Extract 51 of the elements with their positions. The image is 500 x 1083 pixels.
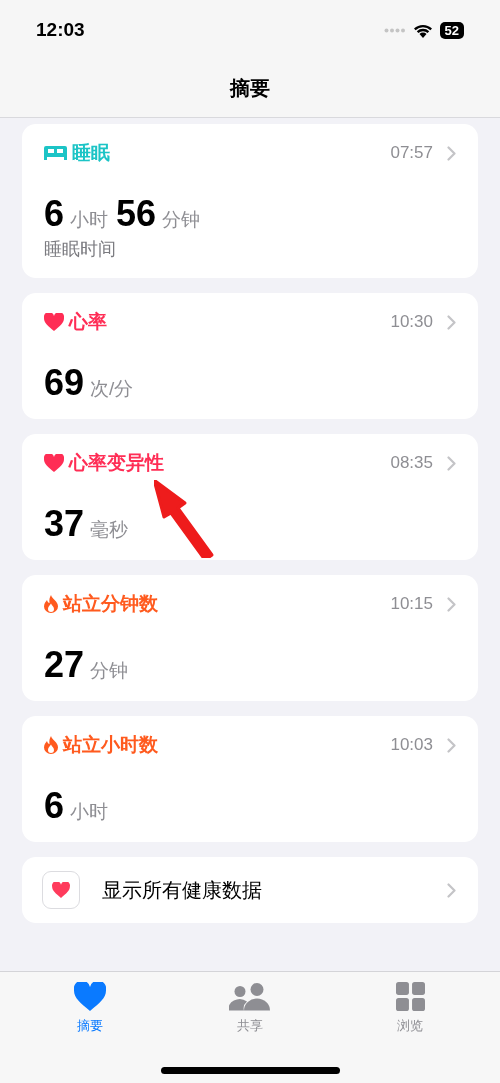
value-unit: 分钟 bbox=[162, 208, 201, 232]
health-card[interactable]: 站立小时数 10:03 6 小时 bbox=[22, 716, 478, 842]
card-time: 10:03 bbox=[390, 735, 433, 755]
chevron-icon bbox=[447, 145, 456, 161]
value-number: 27 bbox=[44, 644, 85, 686]
value-number: 69 bbox=[44, 362, 85, 404]
card-title: 站立分钟数 bbox=[63, 592, 158, 616]
heart-icon bbox=[44, 313, 64, 331]
health-card[interactable]: 站立分钟数 10:15 27 分钟 bbox=[22, 575, 478, 701]
show-all-label: 显示所有健康数据 bbox=[102, 877, 263, 903]
card-subtitle: 睡眠时间 bbox=[44, 238, 117, 261]
health-card[interactable]: 心率变异性 08:35 37 毫秒 bbox=[22, 434, 478, 560]
card-title: 睡眠 bbox=[72, 141, 110, 165]
health-card[interactable]: 心率 10:30 69 次/分 bbox=[22, 293, 478, 419]
card-time: 10:30 bbox=[390, 312, 433, 332]
bed-icon bbox=[44, 146, 67, 160]
page-title: 摘要 bbox=[230, 76, 270, 101]
value-unit: 次/分 bbox=[90, 377, 134, 401]
wifi-icon bbox=[412, 22, 433, 38]
chevron-icon bbox=[447, 455, 456, 471]
grid-icon bbox=[395, 982, 425, 1011]
chevron-icon bbox=[447, 596, 456, 612]
value-number: 6 bbox=[44, 785, 65, 827]
card-time: 07:57 bbox=[390, 143, 433, 163]
chevron-icon bbox=[447, 314, 456, 330]
value-number: 6 bbox=[44, 193, 65, 235]
value-unit: 小时 bbox=[70, 208, 109, 232]
battery-indicator: 52 bbox=[439, 21, 464, 39]
chevron-icon bbox=[447, 882, 456, 898]
value-unit: 毫秒 bbox=[90, 518, 129, 542]
people-icon bbox=[229, 982, 271, 1011]
card-title: 心率变异性 bbox=[69, 451, 164, 475]
show-all-row[interactable]: 显示所有健康数据 bbox=[22, 857, 478, 923]
flame-icon bbox=[44, 595, 58, 613]
heart-icon bbox=[74, 982, 106, 1011]
status-time: 12:03 bbox=[36, 19, 85, 41]
tab[interactable]: 摘要 bbox=[35, 982, 145, 1035]
value-number: 37 bbox=[44, 503, 85, 545]
card-title: 心率 bbox=[69, 310, 107, 334]
value-unit: 分钟 bbox=[90, 659, 129, 683]
chevron-icon bbox=[447, 737, 456, 753]
value-number: 56 bbox=[116, 193, 157, 235]
card-title: 站立小时数 bbox=[63, 733, 158, 757]
flame-icon bbox=[44, 736, 58, 754]
signal-icon bbox=[383, 27, 406, 33]
value-unit: 小时 bbox=[70, 800, 109, 824]
health-card[interactable]: 睡眠 07:57 6 小时 56 分钟 睡眠时间 bbox=[22, 124, 478, 278]
card-time: 10:15 bbox=[390, 594, 433, 614]
card-time: 08:35 bbox=[390, 453, 433, 473]
health-app-icon bbox=[42, 871, 80, 909]
heart-icon bbox=[44, 454, 64, 472]
